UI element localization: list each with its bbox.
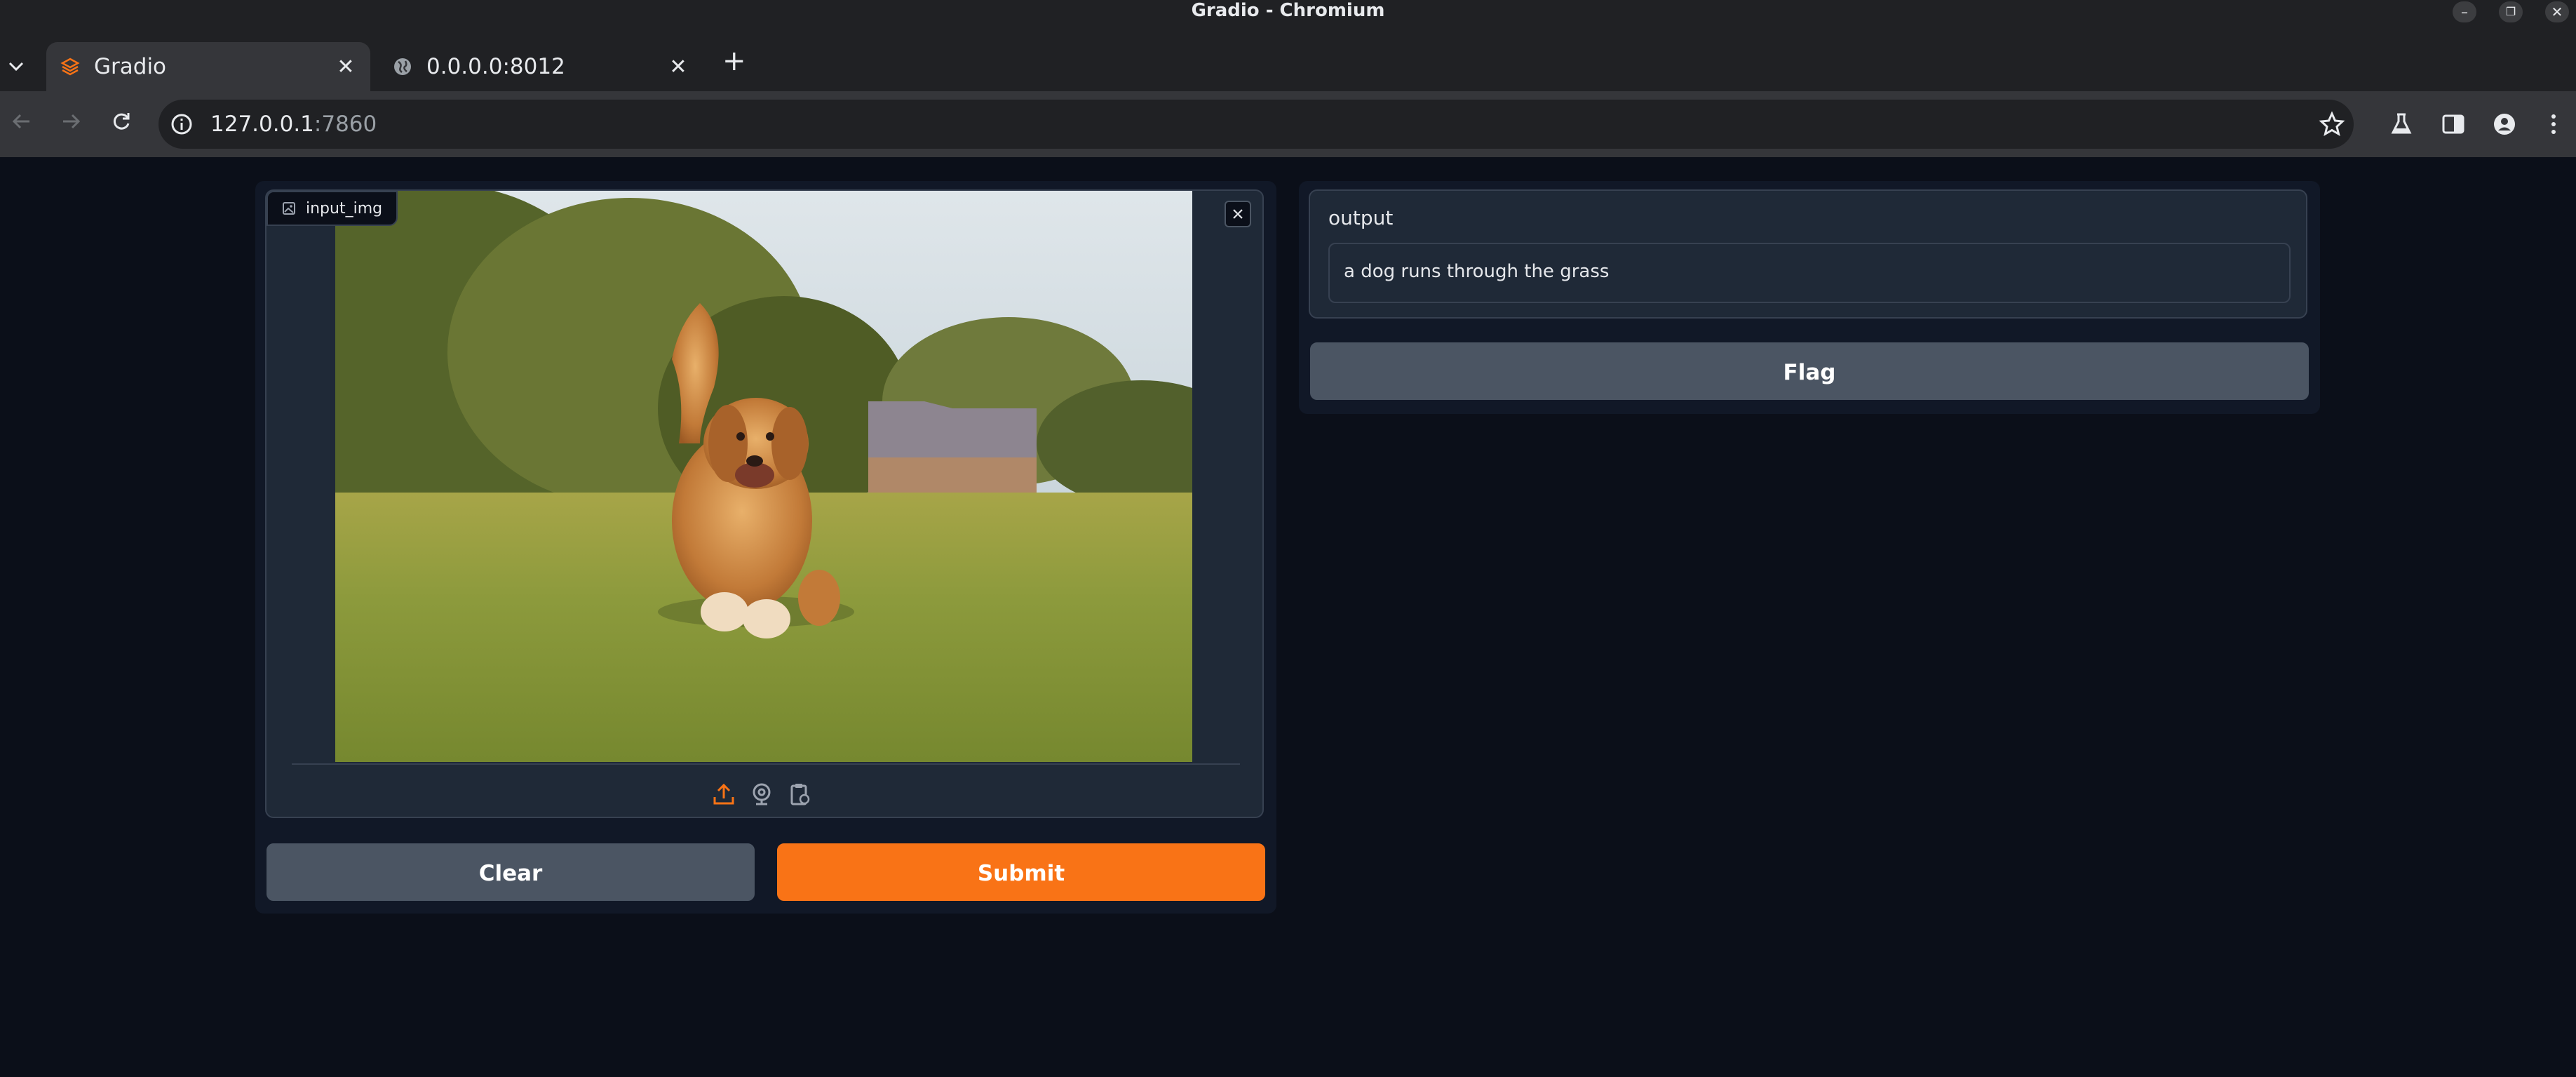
image-input-block: input_img <box>265 189 1264 818</box>
flag-button[interactable]: Flag <box>1310 342 2309 400</box>
close-tab-icon[interactable]: ✕ <box>668 55 689 79</box>
url-text: 127.0.0.1:7860 <box>210 112 377 137</box>
source-selection-divider <box>292 763 1240 765</box>
upload-icon[interactable] <box>711 782 736 807</box>
webcam-icon[interactable] <box>749 782 774 807</box>
address-bar[interactable]: 127.0.0.1:7860 <box>159 100 2354 149</box>
clipboard-icon[interactable] <box>787 782 812 807</box>
output-textbox-block: output a dog runs through the grass <box>1309 189 2307 319</box>
submit-button[interactable]: Submit <box>777 843 1265 901</box>
close-tab-icon[interactable]: ✕ <box>335 55 356 79</box>
image-label-text: input_img <box>306 199 383 218</box>
gradio-icon <box>60 57 80 76</box>
profile-icon[interactable] <box>2487 107 2522 142</box>
browser-toolbar: 127.0.0.1:7860 <box>0 91 2576 157</box>
window-title: Gradio - Chromium <box>1191 0 1385 21</box>
dog-photo <box>335 191 1192 762</box>
minimize-window-button[interactable]: – <box>2453 1 2476 22</box>
url-host: 127.0.0.1 <box>210 112 314 137</box>
image-label-badge: input_img <box>267 191 398 226</box>
browser-title-bar: Gradio - Chromium – ❐ ✕ <box>0 0 2576 35</box>
tab-strip: Gradio ✕ 0.0.0.0:8012 ✕ + <box>0 35 2576 91</box>
output-label: output <box>1328 206 1394 229</box>
new-tab-plus-icon[interactable]: + <box>722 45 746 77</box>
globe-icon <box>393 57 412 76</box>
menu-kebab-icon[interactable] <box>2536 107 2571 142</box>
back-arrow-icon[interactable] <box>4 107 39 142</box>
remove-image-close-icon[interactable] <box>1225 201 1251 227</box>
output-panel: output a dog runs through the grass Flag <box>1299 181 2320 414</box>
tab-title: Gradio <box>94 54 167 79</box>
tab-gradio[interactable]: Gradio ✕ <box>46 42 370 91</box>
url-port: :7860 <box>313 112 377 137</box>
uploaded-image <box>335 191 1192 762</box>
clear-button[interactable]: Clear <box>267 843 755 901</box>
maximize-window-button[interactable]: ❐ <box>2499 1 2523 22</box>
gradio-app: input_img Clear Submit output a dog runs… <box>0 157 2576 1077</box>
forward-arrow-icon[interactable] <box>53 107 88 142</box>
reload-icon[interactable] <box>104 107 139 142</box>
output-textbox[interactable]: a dog runs through the grass <box>1328 243 2291 303</box>
tab-localhost-8012[interactable]: 0.0.0.0:8012 ✕ <box>379 42 703 91</box>
bookmark-star-icon[interactable] <box>2314 107 2349 142</box>
site-info-icon[interactable] <box>170 112 194 136</box>
tab-title: 0.0.0.0:8012 <box>426 54 565 79</box>
close-window-button[interactable]: ✕ <box>2545 1 2569 22</box>
tab-search-chevron-down-icon[interactable] <box>8 56 24 76</box>
input-panel: input_img Clear Submit <box>255 181 1276 914</box>
side-panel-icon[interactable] <box>2436 107 2471 142</box>
image-icon <box>283 202 295 215</box>
labs-flask-icon[interactable] <box>2384 107 2419 142</box>
